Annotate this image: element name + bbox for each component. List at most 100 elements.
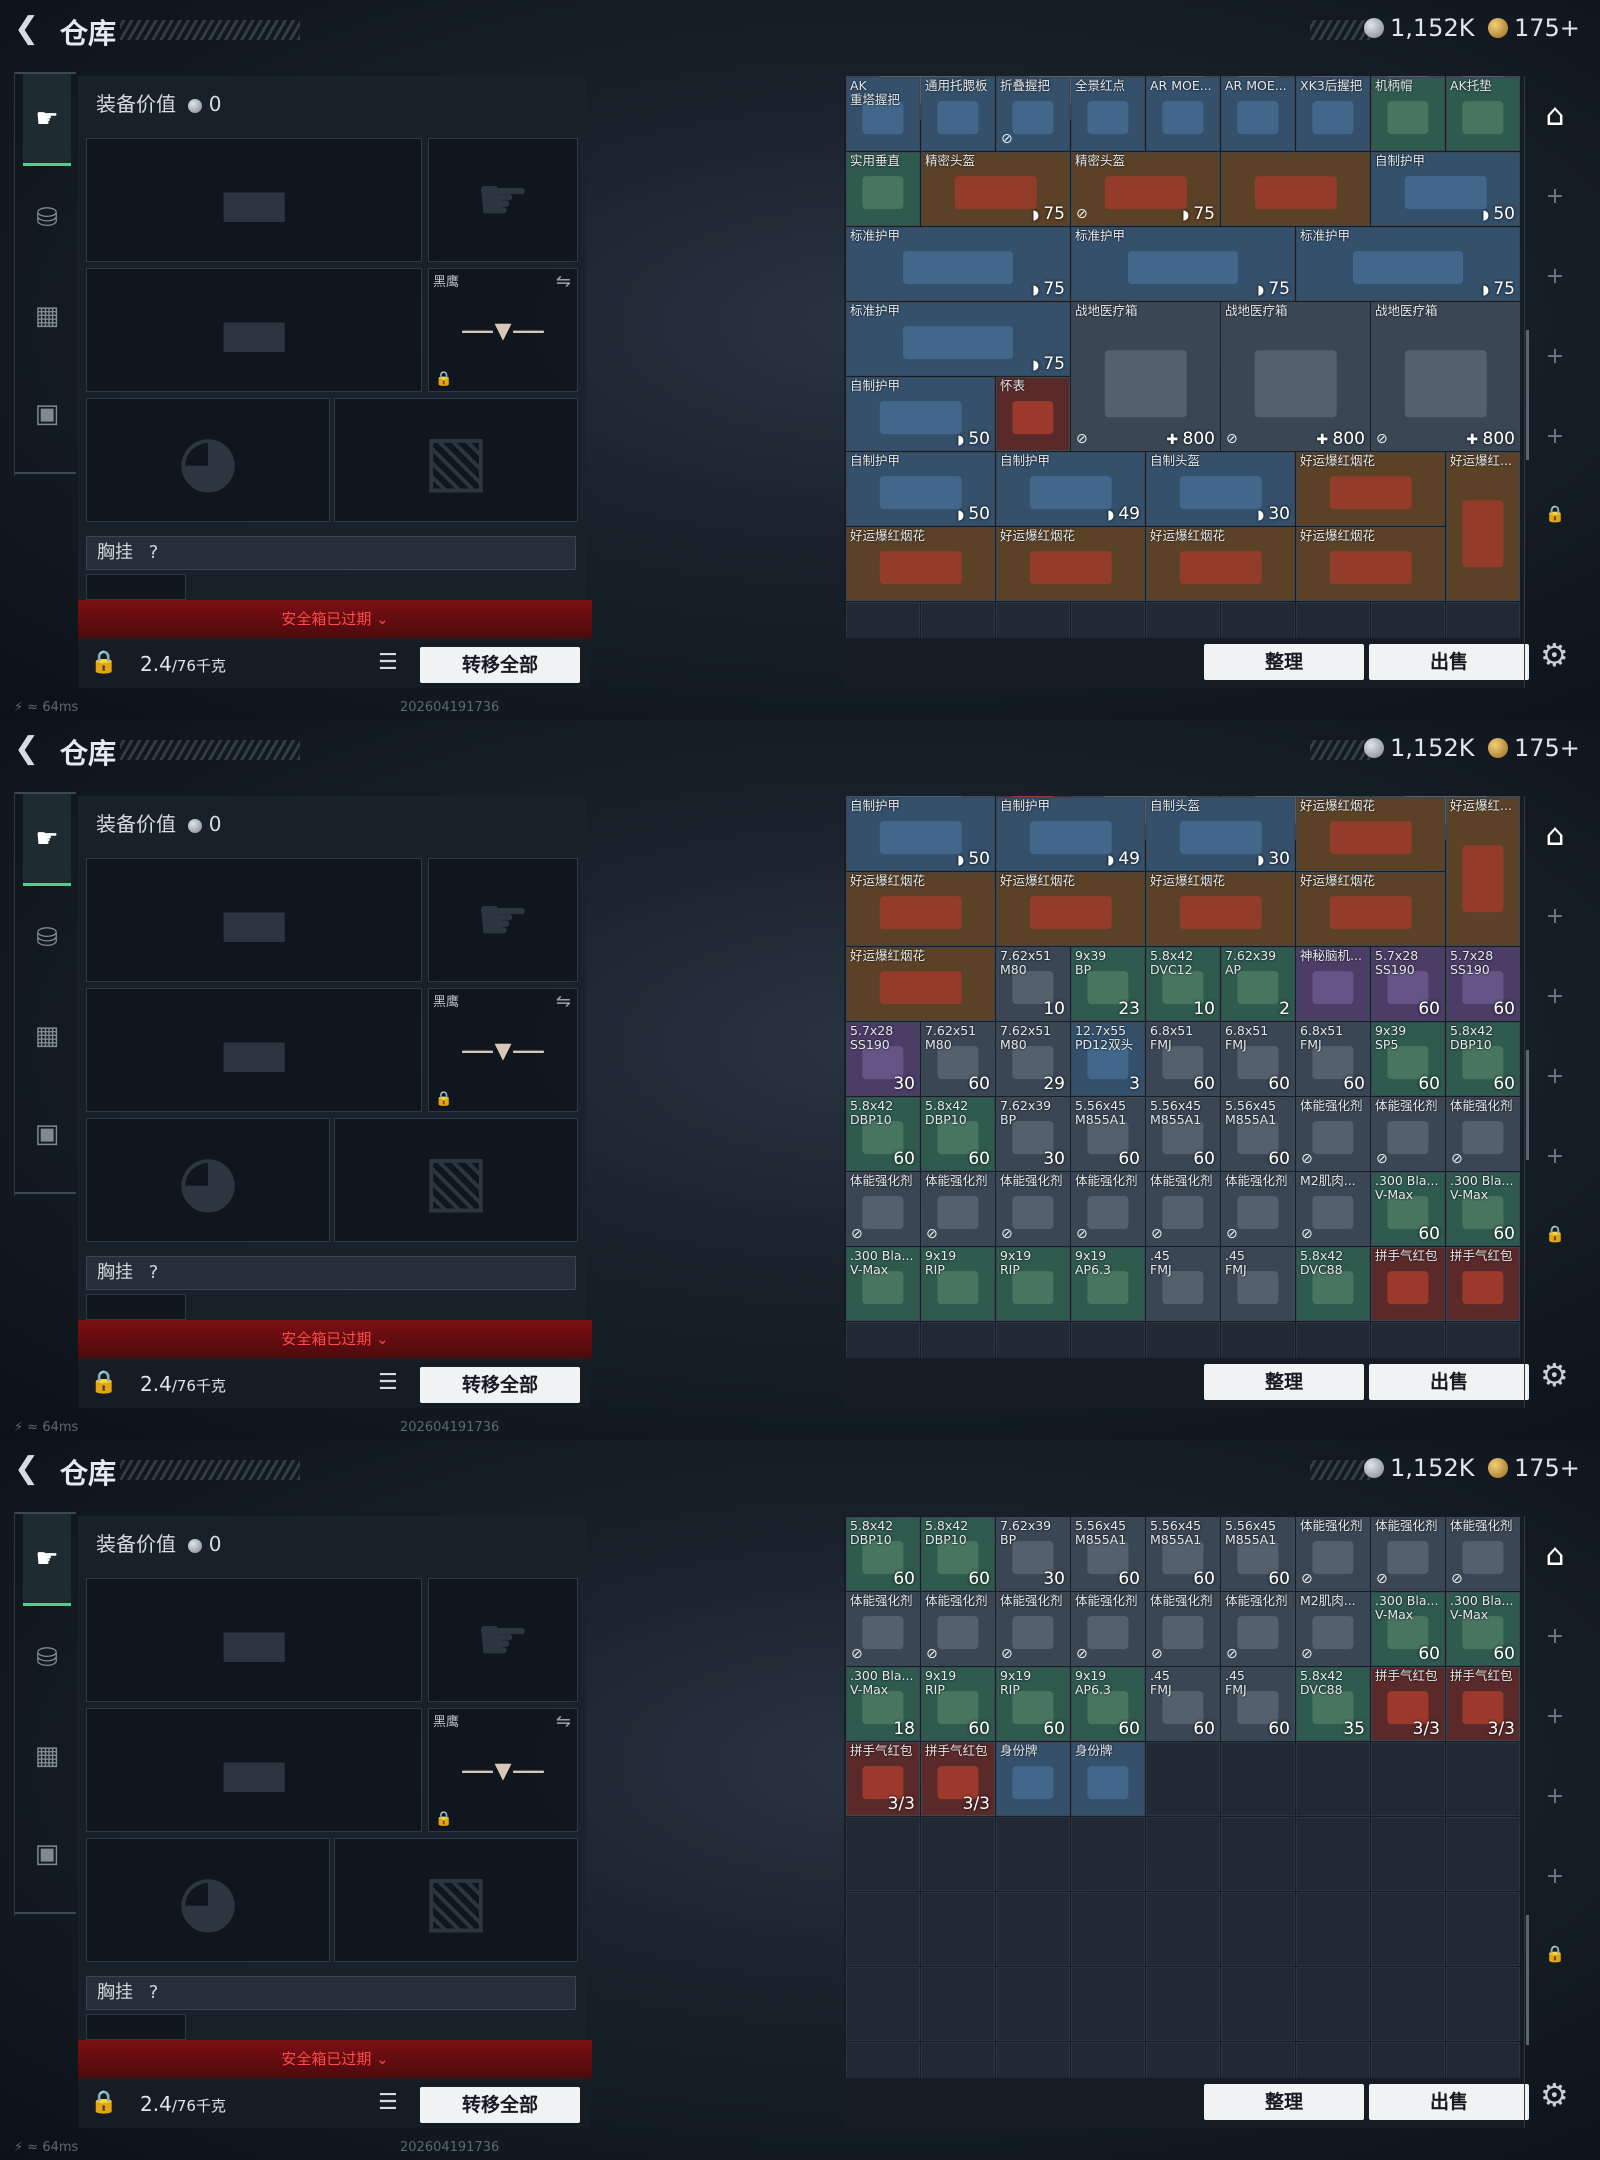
stash-item[interactable]: 5.7x28 SS190 60: [1371, 947, 1445, 1021]
stash-item[interactable]: 拼手气红包 3/3: [1446, 1667, 1520, 1741]
stash-item[interactable]: 自制护甲 49: [996, 797, 1145, 871]
stash-item[interactable]: .300 Bla... V-Max 60: [1446, 1172, 1520, 1246]
nav-vest-icon[interactable]: ▦: [23, 990, 71, 1082]
pistol-slot[interactable]: ☛: [428, 1578, 578, 1702]
currency-gold[interactable]: 175+: [1488, 1454, 1580, 1482]
stash-item[interactable]: 体能强化剂 ⊘: [921, 1592, 995, 1666]
add-tab-icon[interactable]: +: [1539, 184, 1571, 209]
list-icon[interactable]: ☰: [378, 2090, 406, 2118]
stash-item[interactable]: 5.56x45 M855A1 60: [1221, 1097, 1295, 1171]
stash-item[interactable]: 折叠握把 ⊘: [996, 77, 1070, 151]
helmet-slot[interactable]: ◕: [86, 1838, 330, 1962]
armor-slot[interactable]: ▧: [334, 1838, 578, 1962]
stash-item[interactable]: 身份牌: [1071, 1742, 1145, 1816]
stash-item[interactable]: 5.8x42 DBP10 60: [846, 1517, 920, 1591]
warehouse-home-icon[interactable]: ⌂: [1539, 98, 1571, 133]
stash-item[interactable]: 体能强化剂 ⊘: [996, 1592, 1070, 1666]
empty-stash-cell[interactable]: [1221, 1892, 1295, 1966]
stash-item[interactable]: 体能强化剂 ⊘: [996, 1172, 1070, 1246]
sell-button[interactable]: 出售: [1369, 2084, 1529, 2120]
empty-stash-cell[interactable]: [1221, 1817, 1295, 1891]
chest-rig-slot[interactable]: 胸挂 ?: [86, 1976, 576, 2010]
settings-gear-icon[interactable]: ⚙: [1540, 1356, 1569, 1394]
stash-item[interactable]: .45 FMJ 60: [1146, 1667, 1220, 1741]
secondary-weapon-slot[interactable]: ▬: [86, 988, 422, 1112]
transfer-all-button[interactable]: 转移全部: [420, 2087, 580, 2123]
locked-tab-icon[interactable]: 🔒: [1539, 1944, 1571, 1963]
stash-item[interactable]: 拼手气红包: [1446, 1247, 1520, 1321]
stash-item[interactable]: 好运爆红烟花: [1296, 452, 1445, 526]
stash-item[interactable]: 9x19 RIP: [996, 1247, 1070, 1321]
currency-silver[interactable]: 1,152K: [1364, 734, 1474, 762]
stash-item[interactable]: 5.7x28 SS190 60: [1446, 947, 1520, 1021]
stash-item[interactable]: .300 Bla... V-Max 60: [1446, 1592, 1520, 1666]
empty-stash-cell[interactable]: [1296, 602, 1370, 638]
stash-item[interactable]: 好运爆红烟花: [846, 872, 995, 946]
stash-item[interactable]: 自制护甲 50: [846, 797, 995, 871]
back-arrow-icon[interactable]: ❮: [14, 14, 44, 44]
empty-stash-cell[interactable]: [1446, 1892, 1520, 1966]
stash-scrollbar[interactable]: [1526, 1915, 1529, 2045]
currency-gold[interactable]: 175+: [1488, 14, 1580, 42]
nav-weapons-icon[interactable]: ☛: [23, 794, 71, 886]
warehouse-home-icon[interactable]: ⌂: [1539, 1538, 1571, 1573]
empty-stash-cell[interactable]: [1146, 2042, 1220, 2078]
stash-item[interactable]: 战地医疗箱 800 ⊘: [1071, 302, 1220, 451]
secondary-weapon-slot[interactable]: ▬: [86, 268, 422, 392]
sell-button[interactable]: 出售: [1369, 644, 1529, 680]
empty-stash-cell[interactable]: [1296, 1892, 1370, 1966]
stash-item[interactable]: .45 FMJ 60: [1221, 1667, 1295, 1741]
help-icon[interactable]: ?: [149, 1262, 159, 1283]
armor-slot[interactable]: ▧: [334, 1118, 578, 1242]
add-tab-icon[interactable]: +: [1539, 1064, 1571, 1089]
add-tab-icon[interactable]: +: [1539, 1784, 1571, 1809]
locked-tab-icon[interactable]: 🔒: [1539, 504, 1571, 523]
safebox-expired-banner[interactable]: 安全箱已过期 ⌄: [78, 2040, 592, 2078]
empty-stash-cell[interactable]: [1221, 2042, 1295, 2078]
stash-item[interactable]: 标准护甲 75: [846, 302, 1070, 376]
stash-item[interactable]: 体能强化剂 ⊘: [1446, 1517, 1520, 1591]
locked-tab-icon[interactable]: 🔒: [1539, 1224, 1571, 1243]
stash-item[interactable]: 5.8x42 DVC88 35: [1296, 1667, 1370, 1741]
stash-item[interactable]: 好运爆红...: [1446, 797, 1520, 946]
stash-item[interactable]: 好运爆红烟花: [1296, 797, 1445, 871]
stash-item[interactable]: 怀表: [996, 377, 1070, 451]
empty-stash-cell[interactable]: [846, 1892, 920, 1966]
empty-stash-cell[interactable]: [1146, 1892, 1220, 1966]
stash-item[interactable]: 9x19 RIP 60: [996, 1667, 1070, 1741]
empty-stash-cell[interactable]: [1071, 1817, 1145, 1891]
stash-item[interactable]: .45 FMJ: [1146, 1247, 1220, 1321]
empty-stash-cell[interactable]: [1221, 1742, 1295, 1816]
stash-item[interactable]: AR MOE...: [1146, 77, 1220, 151]
stash-scrollbar[interactable]: [1526, 1050, 1529, 1160]
empty-stash-cell[interactable]: [1446, 602, 1520, 638]
stash-item[interactable]: 好运爆红烟花: [996, 872, 1145, 946]
list-icon[interactable]: ☰: [378, 650, 406, 678]
settings-gear-icon[interactable]: ⚙: [1540, 2076, 1569, 2114]
nav-armor-icon[interactable]: ⛁: [23, 172, 71, 264]
stash-item[interactable]: 神秘脑机...: [1296, 947, 1370, 1021]
empty-stash-cell[interactable]: [1146, 1817, 1220, 1891]
melee-slot[interactable]: 黑鹰 ⇋ —▾— 🔒: [428, 1708, 578, 1832]
helmet-slot[interactable]: ◕: [86, 398, 330, 522]
nav-vest-icon[interactable]: ▦: [23, 1710, 71, 1802]
add-tab-icon[interactable]: +: [1539, 344, 1571, 369]
stash-item[interactable]: 9x39 SP5 60: [1371, 1022, 1445, 1096]
empty-stash-cell[interactable]: [996, 1967, 1070, 2041]
currency-gold[interactable]: 175+: [1488, 734, 1580, 762]
stash-item[interactable]: 5.8x42 DBP10 60: [921, 1517, 995, 1591]
nav-armor-icon[interactable]: ⛁: [23, 892, 71, 984]
stash-item[interactable]: 9x19 AP6.3 60: [1071, 1667, 1145, 1741]
transfer-all-button[interactable]: 转移全部: [420, 1367, 580, 1403]
stash-item[interactable]: .45 FMJ: [1221, 1247, 1295, 1321]
helmet-slot[interactable]: ◕: [86, 1118, 330, 1242]
empty-stash-cell[interactable]: [1296, 1742, 1370, 1816]
stash-item[interactable]: 战地医疗箱 800 ⊘: [1371, 302, 1520, 451]
pistol-slot[interactable]: ☛: [428, 138, 578, 262]
empty-stash-cell[interactable]: [996, 1817, 1070, 1891]
stash-item[interactable]: 6.8x51 FMJ 60: [1221, 1022, 1295, 1096]
stash-item[interactable]: 9x39 BP 23: [1071, 947, 1145, 1021]
stash-item[interactable]: 自制头盔 30: [1146, 797, 1295, 871]
stash-item[interactable]: 标准护甲 75: [1296, 227, 1520, 301]
stash-item[interactable]: 5.56x45 M855A1 60: [1071, 1517, 1145, 1591]
